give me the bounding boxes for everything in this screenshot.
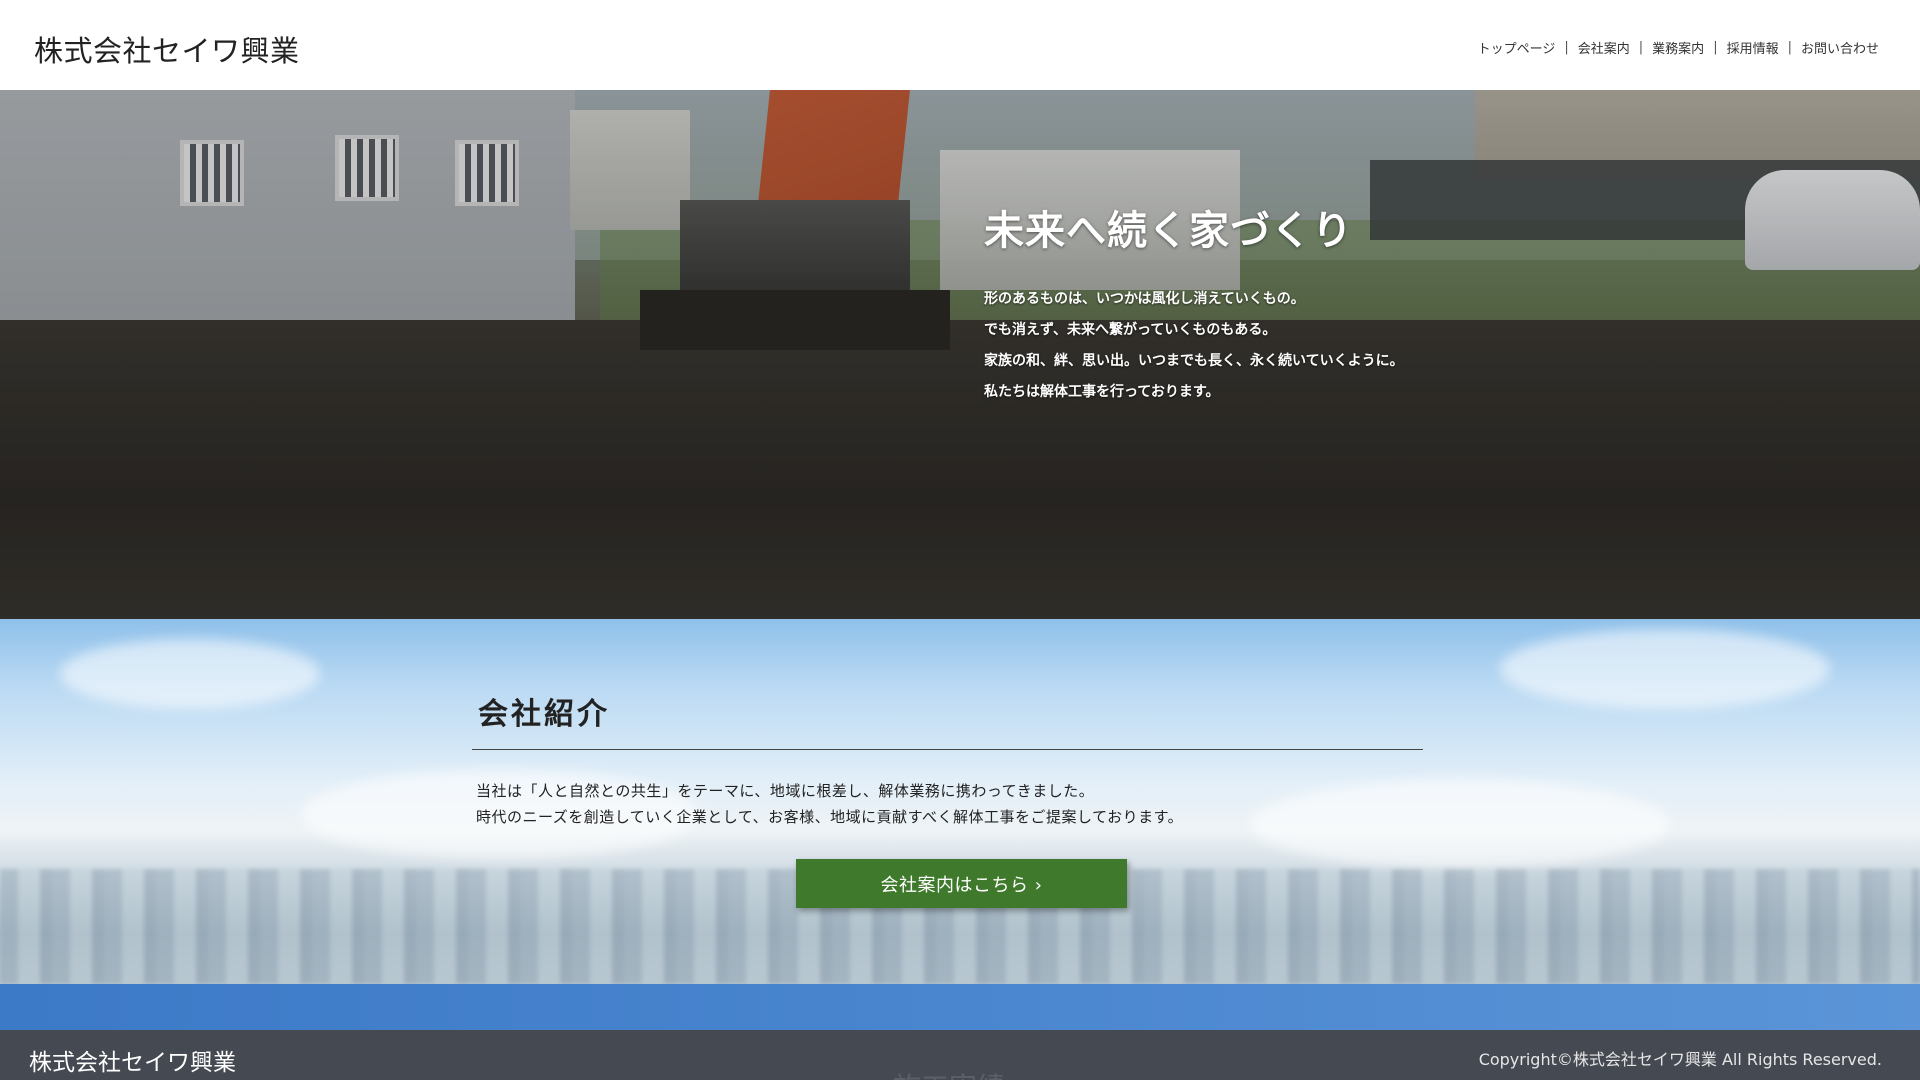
about-heading: 会社紹介 (472, 689, 1423, 750)
hero-line: でも消えず、未来へ繋がっていくものもある。 (984, 322, 1277, 338)
site-header: 株式会社セイワ興業 トップページ | 会社案内 | 業務案内 | 採用情報 | … (0, 0, 1920, 90)
hero-section: 未来へ続く家づくり 形のあるものは、いつかは風化し消えていくもの。 でも消えず、… (0, 90, 1920, 619)
hero-line: 家族の和、絆、思い出。いつまでも長く、永く続いていくように。 (984, 353, 1404, 369)
main-nav: トップページ | 会社案内 | 業務案内 | 採用情報 | お問い合わせ (1478, 38, 1879, 57)
hero-overlay (0, 90, 1920, 619)
copyright-text: Copyright©株式会社セイワ興業 All Rights Reserved. (1478, 1050, 1882, 1069)
nav-separator: | (1713, 40, 1718, 55)
nav-item-contact[interactable]: お問い合わせ (1801, 38, 1879, 57)
blue-band (0, 984, 1920, 1030)
nav-item-services[interactable]: 業務案内 (1652, 38, 1704, 57)
about-paragraph: 時代のニーズを創造していく企業として、お客様、地域に貢献すべく解体工事をご提案し… (476, 808, 1184, 826)
site-footer: 施工実績 株式会社セイワ興業 Copyright©株式会社セイワ興業 All R… (0, 1030, 1920, 1080)
company-info-button[interactable]: 会社案内はこちら › (796, 859, 1127, 908)
nav-separator: | (1564, 40, 1569, 55)
hero-lines: 形のあるものは、いつかは風化し消えていくもの。 でも消えず、未来へ繋がっていくも… (984, 284, 1404, 408)
about-body: 当社は「人と自然との共生」をテーマに、地域に根差し、解体業務に携わってきました。… (472, 778, 1423, 830)
sky-cloud (1500, 629, 1830, 709)
hero-text-block: 未来へ続く家づくり 形のあるものは、いつかは風化し消えていくもの。 でも消えず、… (984, 198, 1404, 408)
nav-item-top[interactable]: トップページ (1478, 38, 1556, 57)
about-content: 会社紹介 当社は「人と自然との共生」をテーマに、地域に根差し、解体業務に携わって… (472, 689, 1423, 830)
nav-item-company[interactable]: 会社案内 (1578, 38, 1630, 57)
about-section: 会社紹介 当社は「人と自然との共生」をテーマに、地域に根差し、解体業務に携わって… (0, 619, 1920, 984)
nav-separator: | (1787, 40, 1792, 55)
about-paragraph: 当社は「人と自然との共生」をテーマに、地域に根差し、解体業務に携わってきました。 (476, 782, 1095, 800)
nav-item-recruit[interactable]: 採用情報 (1727, 38, 1779, 57)
works-heading-partial: 施工実績 (893, 1066, 1005, 1080)
footer-logo[interactable]: 株式会社セイワ興業 (29, 1043, 236, 1077)
site-logo[interactable]: 株式会社セイワ興業 (34, 28, 300, 70)
nav-separator: | (1638, 40, 1644, 55)
hero-title: 未来へ続く家づくり (984, 207, 1353, 254)
sky-cloud (60, 639, 320, 709)
hero-line: 形のあるものは、いつかは風化し消えていくもの。 (984, 291, 1305, 307)
hero-line: 私たちは解体工事を行っております。 (984, 384, 1220, 400)
